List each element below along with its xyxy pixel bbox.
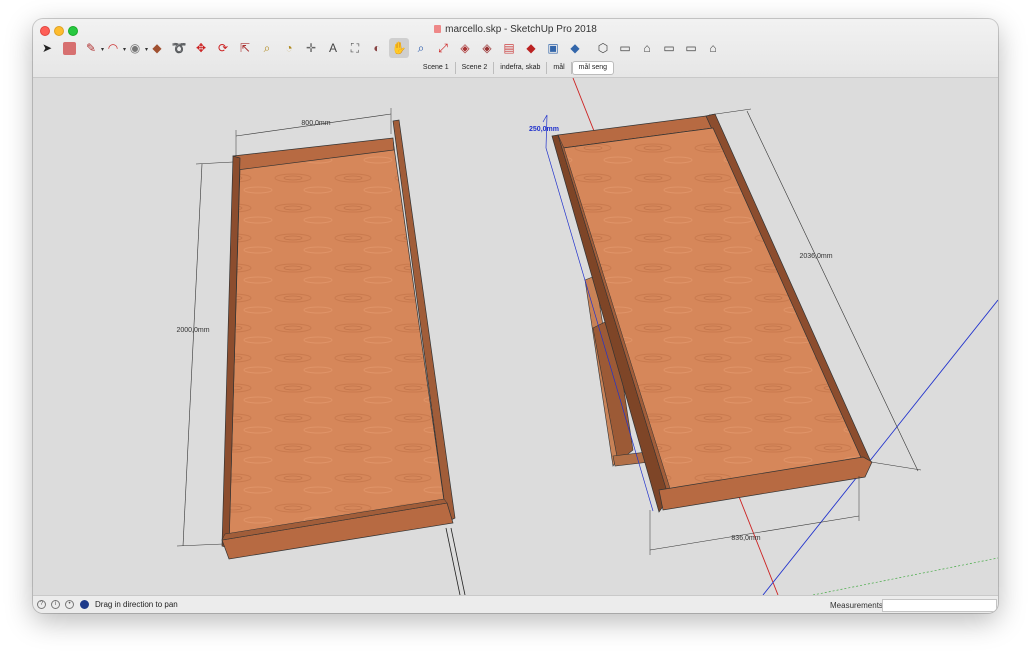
line-tool-button[interactable]: ✎ ▾: [81, 38, 104, 58]
scene-tab[interactable]: mål seng: [571, 61, 615, 75]
eraser-tool-button[interactable]: [59, 38, 79, 58]
follow-me-tool-button[interactable]: ➰: [169, 38, 189, 58]
warehouse-tool-button[interactable]: ◈: [455, 38, 475, 58]
tape-measure-tool-button[interactable]: ⌕: [257, 38, 277, 58]
orbit-tool-icon: ◐: [373, 41, 381, 55]
share-model-tool-icon: ◈: [482, 41, 492, 55]
front-view-icon: ⌂: [643, 41, 651, 55]
select-tool-button[interactable]: ➤: [37, 38, 57, 58]
scale-tool-button[interactable]: ⇱: [235, 38, 255, 58]
top-view-icon: ▭: [619, 41, 631, 55]
front-view-button[interactable]: ⌂: [637, 38, 657, 58]
dim-label-height-right: 250,0mm: [529, 126, 559, 133]
layout-tool-button[interactable]: ▣: [543, 38, 563, 58]
extension-tool-button[interactable]: ▤: [499, 38, 519, 58]
follow-me-tool-icon: ➰: [171, 41, 187, 55]
measurements-label: Measurements: [830, 601, 883, 610]
shape-tool-button[interactable]: ◉ ▾: [125, 38, 148, 58]
scene-tabs: Scene 1 Scene 2 indefra, skab mål mål seng: [33, 61, 998, 75]
zoom-extents-tool-button[interactable]: ⤢: [433, 38, 453, 58]
axes-tool-button[interactable]: ✛: [301, 38, 321, 58]
scene-tab[interactable]: Scene 1: [417, 62, 456, 74]
scene-tab[interactable]: Scene 2: [456, 62, 495, 74]
protractor-tool-icon: ◔: [285, 41, 293, 55]
title-bar: marcello.skp - SketchUp Pro 2018 ➤ ✎ ▾ ◠ ▾ ◉ ▾…: [33, 19, 998, 78]
measurements-input[interactable]: [882, 599, 997, 612]
select-tool-icon: ➤: [41, 41, 53, 55]
scene-tab[interactable]: mål: [547, 62, 572, 74]
ruby-tool-button[interactable]: ◆: [521, 38, 541, 58]
zoom-extents-tool-icon: ⤢: [438, 40, 448, 55]
paint-bucket-tool-icon: ⛶: [350, 40, 360, 55]
left-bed-model: [221, 119, 466, 595]
window-title: marcello.skp - SketchUp Pro 2018: [445, 24, 597, 35]
dim-label-length-right: 2036,0mm: [799, 253, 832, 260]
right-bed-model: [551, 113, 873, 513]
pan-tool-icon: ✋: [391, 41, 407, 55]
layout-tool-icon: ▣: [547, 41, 559, 55]
rotate-tool-icon: ⟳: [217, 41, 229, 55]
eraser-tool-icon: [62, 41, 76, 55]
move-tool-button[interactable]: ✥: [191, 38, 211, 58]
model-canvas[interactable]: 800,0mm 2000,0mm 250,0mm 2036,0mm 836,0m…: [33, 78, 998, 595]
home-view-icon: ⌂: [709, 41, 717, 55]
move-tool-icon: ✥: [195, 41, 207, 55]
push-pull-tool-icon: ◆: [152, 41, 162, 55]
style-builder-tool-icon: ◆: [570, 41, 580, 55]
iso-view-button[interactable]: ⬡: [593, 38, 613, 58]
green-axis: [812, 557, 998, 595]
tape-measure-tool-icon: ⌕: [263, 40, 271, 55]
dim-label-length-left: 2000,0mm: [176, 327, 209, 334]
orbit-tool-button[interactable]: ◐: [367, 38, 387, 58]
extension-tool-icon: ▤: [503, 41, 515, 55]
right-view-button[interactable]: ▭: [659, 38, 679, 58]
left-surface: [228, 139, 448, 543]
back-view-icon: ▭: [685, 41, 697, 55]
back-view-button[interactable]: ▭: [681, 38, 701, 58]
warehouse-tool-icon: ◈: [460, 41, 470, 55]
arc-tool-icon: ◠: [107, 41, 119, 55]
zoom-tool-button[interactable]: ⌕: [411, 38, 431, 58]
paint-bucket-tool-button[interactable]: ⛶: [345, 38, 365, 58]
document-icon: [434, 25, 442, 33]
text-tool-button[interactable]: A: [323, 38, 343, 58]
dim-label-width-left: 800,0mm: [301, 120, 330, 127]
status-bar: ? i • Drag in direction to pan Measureme…: [33, 595, 998, 613]
credits-icon[interactable]: i: [51, 600, 60, 609]
iso-view-icon: ⬡: [597, 41, 609, 55]
window-title-container: marcello.skp - SketchUp Pro 2018: [33, 24, 998, 35]
main-toolbar: ➤ ✎ ▾ ◠ ▾ ◉ ▾ ◆ ➰ ✥ ⟳ ⇱ ⌕ ◔ ✛ A ⛶ ◐ ✋ ⌕ ⤢ ◈ ◈ ▤ ◆ ▣ ◆ ⬡ ▭ ⌂ ▭ ▭ ⌂: [37, 37, 725, 59]
dim-label-width-right: 836,0mm: [731, 535, 760, 542]
geo-location-icon[interactable]: ?: [37, 600, 46, 609]
shape-tool-icon: ◉: [129, 41, 141, 55]
rotate-tool-button[interactable]: ⟳: [213, 38, 233, 58]
scene-tab[interactable]: indefra, skab: [494, 62, 548, 74]
top-view-button[interactable]: ▭: [615, 38, 635, 58]
arc-tool-button[interactable]: ◠ ▾: [103, 38, 126, 58]
user-account-icon[interactable]: •: [65, 600, 74, 609]
pan-status-icon: [80, 600, 89, 609]
push-pull-tool-button[interactable]: ◆: [147, 38, 167, 58]
share-model-tool-button[interactable]: ◈: [477, 38, 497, 58]
scale-tool-icon: ⇱: [239, 41, 251, 55]
text-tool-icon: A: [328, 41, 337, 55]
ruby-tool-icon: ◆: [526, 41, 536, 55]
right-view-icon: ▭: [663, 41, 675, 55]
app-window: marcello.skp - SketchUp Pro 2018 ➤ ✎ ▾ ◠ ▾ ◉ ▾…: [33, 19, 998, 613]
status-message: Drag in direction to pan: [95, 600, 178, 609]
model-viewport[interactable]: 800,0mm 2000,0mm 250,0mm 2036,0mm 836,0m…: [33, 78, 998, 595]
pan-tool-button[interactable]: ✋: [389, 38, 409, 58]
zoom-tool-icon: ⌕: [417, 40, 425, 55]
home-view-button[interactable]: ⌂: [703, 38, 723, 58]
line-tool-icon: ✎: [85, 41, 97, 55]
protractor-tool-button[interactable]: ◔: [279, 38, 299, 58]
axes-tool-icon: ✛: [305, 41, 317, 55]
style-builder-tool-button[interactable]: ◆: [565, 38, 585, 58]
